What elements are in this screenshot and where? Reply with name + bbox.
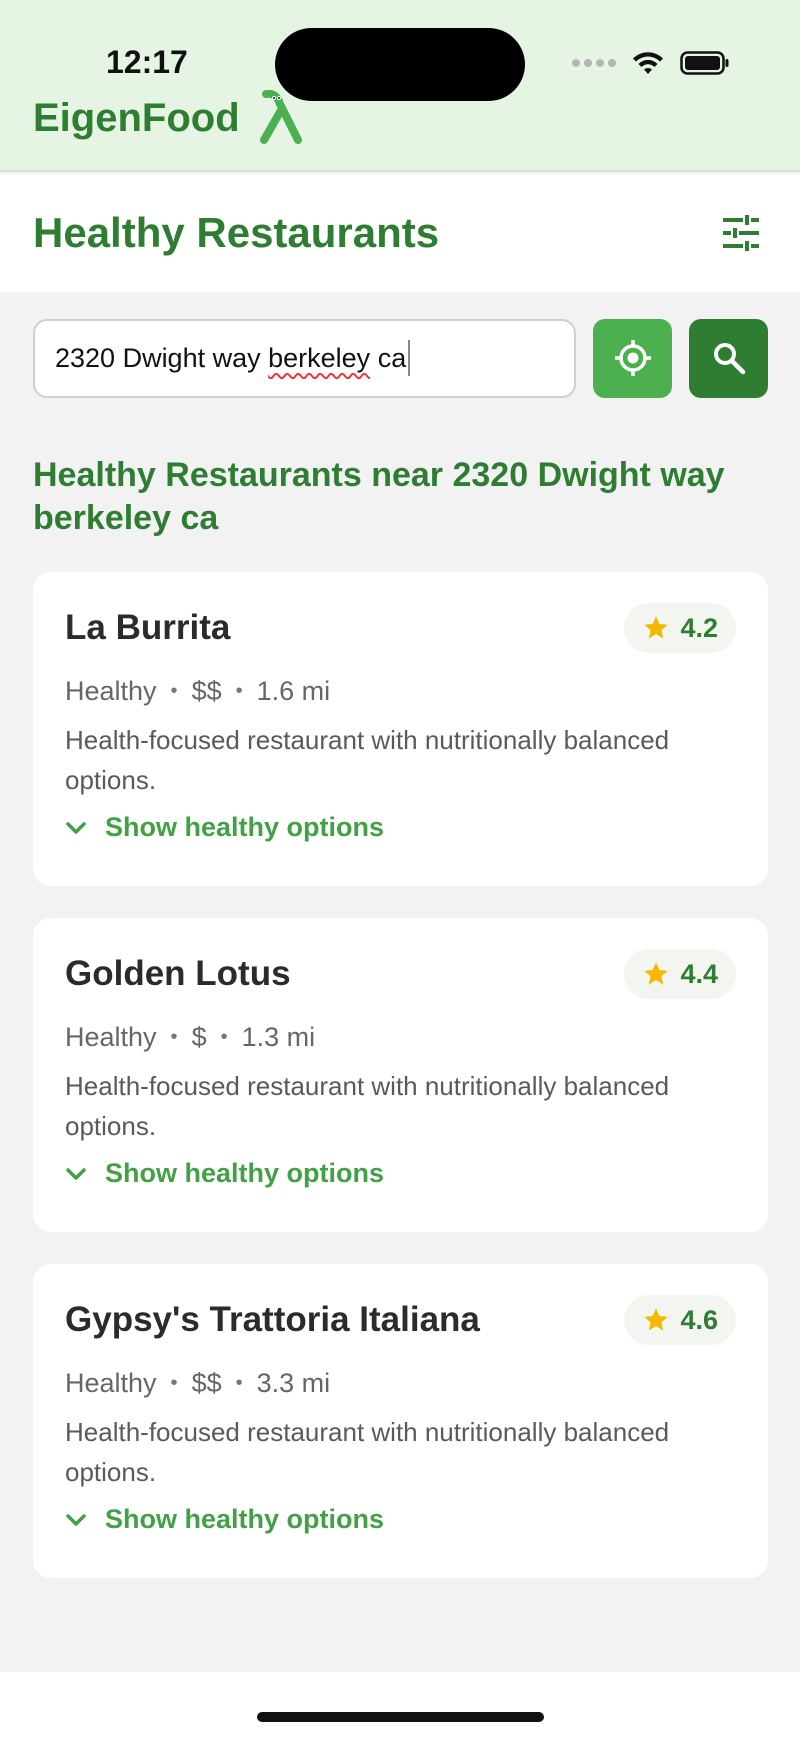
restaurant-name: La Burrita	[65, 608, 231, 647]
card-header: Golden Lotus 4.4	[65, 946, 736, 1002]
category-label: Healthy	[65, 676, 157, 706]
restaurant-meta: Healthy • $ • 1.3 mi	[65, 1022, 316, 1052]
chevron-down-icon	[66, 821, 86, 834]
search-value-suffix: ca	[370, 342, 407, 373]
address-search-input[interactable]: 2320 Dwight way berkeley ca	[33, 318, 577, 398]
rating-badge: 4.2	[624, 603, 736, 653]
results-heading: Healthy Restaurants near 2320 Dwight way…	[33, 456, 725, 537]
restaurant-meta: Healthy • $$ • 1.6 mi	[65, 676, 331, 706]
rating-value: 4.2	[680, 612, 718, 643]
restaurant-description: Health-focused restaurant with nutrition…	[65, 1417, 670, 1487]
search-button[interactable]	[689, 318, 768, 398]
star-icon	[644, 616, 669, 639]
rating-badge: 4.6	[624, 1295, 736, 1345]
brand: EigenFood	[33, 90, 310, 146]
bottom-safe-area	[0, 1672, 800, 1739]
search-value-text: 2320 Dwight way	[55, 342, 269, 373]
card-header: La Burrita 4.2	[65, 600, 736, 656]
title-bar: Healthy Restaurants	[0, 174, 800, 292]
show-healthy-options-toggle[interactable]: Show healthy options	[65, 1504, 384, 1535]
crosshair-location-icon	[614, 340, 651, 376]
distance-label: 1.6 mi	[256, 676, 331, 706]
status-time: 12:17	[106, 44, 188, 80]
lambda-mascot-icon	[259, 90, 302, 144]
restaurant-name: Golden Lotus	[65, 954, 291, 993]
chevron-down-icon	[66, 1513, 86, 1526]
text-cursor	[408, 340, 411, 376]
price-label: $	[191, 1022, 207, 1052]
magnifier-icon	[713, 343, 745, 375]
search-value-misspelled: berkeley	[268, 342, 371, 373]
restaurant-card[interactable]: La Burrita 4.2 Healthy • $$ • 1.6 mi Hea…	[33, 572, 768, 886]
category-label: Healthy	[65, 1022, 157, 1052]
toggle-label: Show healthy options	[105, 812, 385, 842]
chevron-down-icon	[66, 1167, 86, 1180]
price-label: $$	[191, 676, 222, 706]
toggle-label: Show healthy options	[105, 1158, 385, 1188]
restaurant-name: Gypsy's Trattoria Italiana	[65, 1300, 480, 1339]
show-healthy-options-toggle[interactable]: Show healthy options	[65, 1158, 384, 1189]
search-bar: 2320 Dwight way berkeley ca	[33, 318, 768, 398]
toggle-label: Show healthy options	[105, 1504, 385, 1534]
restaurant-meta: Healthy • $$ • 3.3 mi	[65, 1368, 331, 1398]
restaurant-description: Health-focused restaurant with nutrition…	[65, 1071, 670, 1141]
cellular-signal-icon	[572, 59, 616, 67]
sliders-icon	[723, 215, 759, 251]
category-label: Healthy	[65, 1368, 157, 1398]
price-label: $$	[191, 1368, 222, 1398]
dynamic-island	[275, 28, 525, 101]
brand-name: EigenFood	[33, 95, 240, 140]
home-indicator[interactable]	[257, 1712, 544, 1722]
restaurant-card[interactable]: Golden Lotus 4.4 Healthy • $ • 1.3 mi He…	[33, 918, 768, 1232]
restaurant-description: Health-focused restaurant with nutrition…	[65, 725, 670, 795]
star-icon	[644, 1308, 669, 1331]
use-location-button[interactable]	[593, 318, 673, 398]
show-healthy-options-toggle[interactable]: Show healthy options	[65, 812, 384, 843]
star-icon	[644, 962, 669, 985]
page-title: Healthy Restaurants	[33, 209, 440, 256]
distance-label: 1.3 mi	[241, 1022, 316, 1052]
rating-value: 4.6	[680, 1304, 718, 1335]
battery-icon	[680, 51, 729, 75]
card-header: Gypsy's Trattoria Italiana 4.6	[65, 1292, 736, 1348]
rating-badge: 4.4	[624, 949, 736, 999]
filter-button[interactable]	[715, 207, 767, 259]
restaurant-card[interactable]: Gypsy's Trattoria Italiana 4.6 Healthy •…	[33, 1264, 768, 1578]
distance-label: 3.3 mi	[256, 1368, 331, 1398]
status-indicators	[572, 48, 730, 78]
rating-value: 4.4	[680, 958, 718, 989]
wifi-icon	[633, 52, 663, 74]
app-header: 12:17 EigenFood	[0, 0, 800, 172]
